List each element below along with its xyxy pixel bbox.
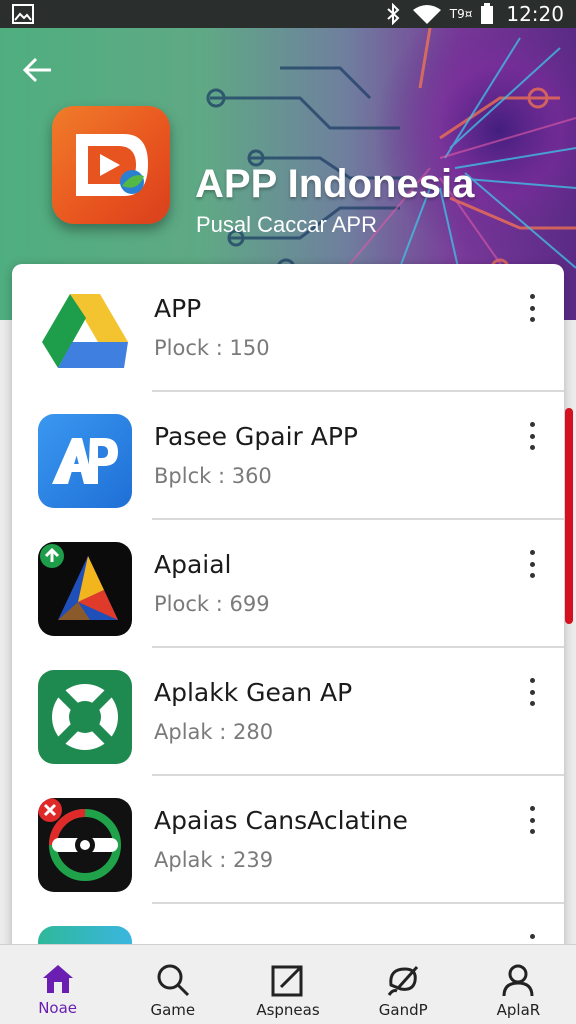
nav-label: Noae — [38, 999, 78, 1017]
bottom-nav: Noae Game Aspneas GandP AplaR — [0, 944, 576, 1024]
nav-item-home[interactable]: Noae — [0, 945, 115, 1024]
more-options-icon[interactable] — [522, 422, 542, 450]
app-name: APP — [154, 294, 202, 323]
app-list: APP Plock : 150 Pasee Gpair APP Bplck : … — [12, 264, 564, 964]
home-icon — [42, 965, 73, 993]
gallery-icon — [12, 4, 34, 24]
ap-logo-icon — [38, 414, 132, 508]
scrollbar[interactable] — [565, 408, 573, 624]
app-meta: Aplak : 239 — [154, 848, 274, 872]
brush-icon — [387, 965, 419, 996]
signal-text: T9¤ — [449, 7, 473, 21]
more-options-icon[interactable] — [522, 550, 542, 578]
more-options-icon[interactable] — [522, 678, 542, 706]
edit-icon — [271, 965, 303, 997]
nav-label: Game — [150, 1001, 196, 1019]
app-meta: Bplck : 360 — [154, 464, 272, 488]
nav-item-aspneas[interactable]: Aspneas — [230, 945, 345, 1024]
battery-icon — [481, 3, 494, 24]
nav-label: AplaR — [496, 1001, 541, 1019]
nav-label: Aspneas — [256, 1001, 320, 1019]
app-name: Pasee Gpair APP — [154, 422, 358, 451]
list-item[interactable]: Apaial Plock : 699 — [12, 520, 564, 648]
arrow-left-icon — [23, 57, 51, 83]
app-name: Apaial — [154, 550, 232, 579]
list-item[interactable]: Pasee Gpair APP Bplck : 360 — [12, 392, 564, 520]
drive-triangle-icon — [38, 286, 132, 380]
back-button[interactable] — [18, 50, 58, 90]
app-meta: Plock : 699 — [154, 592, 270, 616]
status-right: T9¤ 12:20 — [384, 2, 564, 26]
nav-item-game[interactable]: Game — [115, 945, 230, 1024]
nav-label: GandP — [378, 1001, 428, 1019]
page-subtitle: Pusal Caccar APR — [196, 212, 377, 237]
page-title: APP Indonesia — [195, 162, 475, 206]
list-item[interactable]: Aplakk Gean AP Aplak : 280 — [12, 648, 564, 776]
app-name: Apaias CansAclatine — [154, 806, 408, 835]
dark-ring-icon — [38, 798, 132, 892]
app-meta: Aplak : 280 — [154, 720, 274, 744]
nav-item-profile[interactable]: AplaR — [461, 945, 576, 1024]
more-options-icon[interactable] — [522, 806, 542, 834]
list-item[interactable]: APP Plock : 150 — [12, 264, 564, 392]
nav-item-gandp[interactable]: GandP — [346, 945, 461, 1024]
green-cross-icon — [38, 670, 132, 764]
wifi-icon — [412, 5, 441, 24]
colorful-triangle-icon — [38, 542, 132, 636]
more-options-icon[interactable] — [522, 294, 542, 322]
app-meta: Plock : 150 — [154, 336, 270, 360]
search-icon — [157, 964, 189, 997]
bluetooth-icon — [387, 3, 400, 25]
status-time: 12:20 — [506, 2, 564, 26]
app-logo-icon — [52, 106, 170, 224]
status-left — [12, 4, 34, 24]
user-icon — [502, 964, 534, 997]
list-item[interactable]: Apaias CansAclatine Aplak : 239 — [12, 776, 564, 904]
status-bar: T9¤ 12:20 — [0, 0, 576, 28]
app-name: Aplakk Gean AP — [154, 678, 353, 707]
